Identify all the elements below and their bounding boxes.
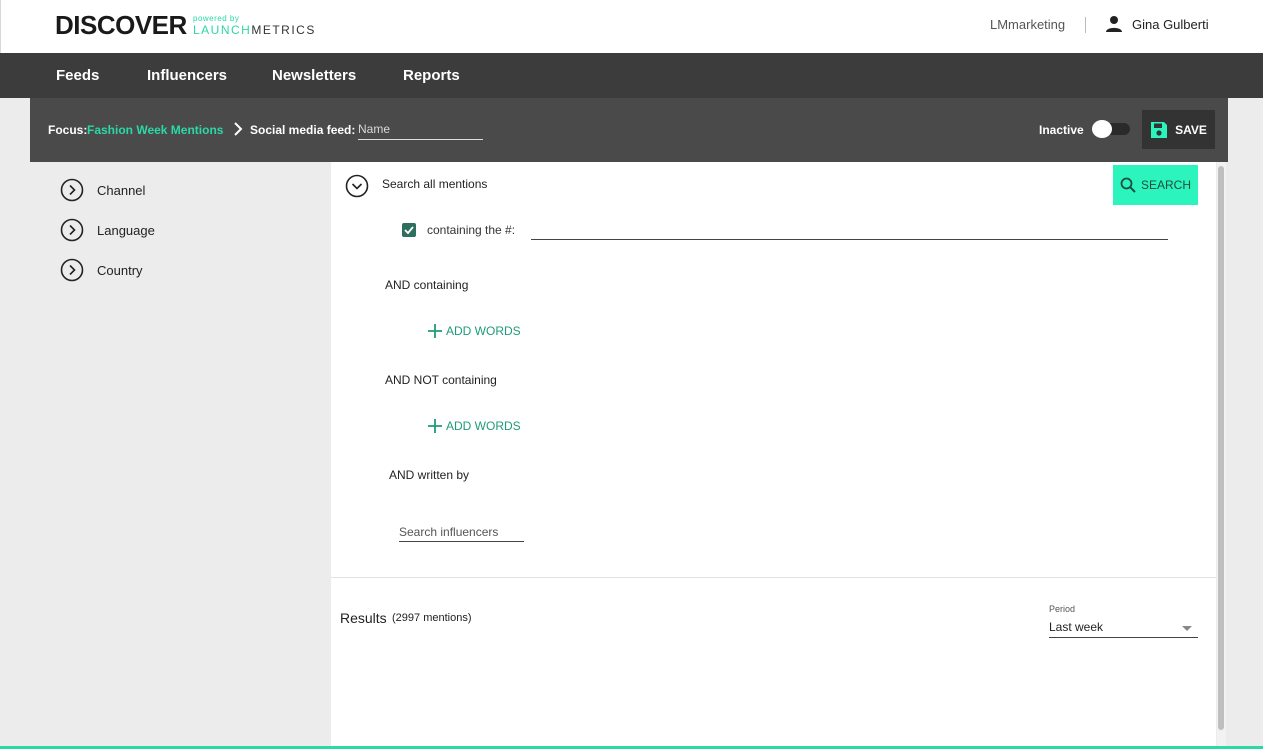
account-switcher[interactable]: LMmarketing — [990, 17, 1065, 32]
active-toggle[interactable] — [1092, 120, 1130, 138]
and-containing-label: AND containing — [385, 278, 469, 292]
plus-icon — [428, 419, 442, 433]
floppy-disk-icon — [1151, 121, 1168, 138]
period-value: Last week — [1049, 620, 1104, 634]
search-button-label: SEARCH — [1140, 178, 1191, 192]
add-words-button-include[interactable]: ADD WORDS — [428, 324, 521, 338]
top-header: DISCOVER powered by LAUNCHMETRICS LMmark… — [0, 0, 1263, 53]
status-label: Inactive — [1039, 123, 1084, 137]
nav-item-newsletters[interactable]: Newsletters — [272, 67, 356, 84]
search-button[interactable]: SEARCH — [1113, 165, 1198, 205]
main-nav: Feeds Influencers Newsletters Reports — [0, 53, 1263, 98]
chevron-right-circle-icon — [60, 258, 84, 282]
chevron-down-circle-icon[interactable] — [345, 174, 369, 198]
header-divider — [1085, 17, 1086, 33]
filter-country[interactable]: Country — [60, 258, 143, 282]
brand-sub-logo: powered by LAUNCHMETRICS — [193, 14, 316, 37]
chevron-right-icon — [234, 122, 243, 136]
save-button-label: SAVE — [1175, 122, 1207, 137]
caret-down-icon — [1182, 626, 1192, 631]
scrollbar[interactable] — [1217, 162, 1226, 749]
search-influencers-input[interactable] — [399, 522, 524, 542]
brand-logo[interactable]: DISCOVER — [55, 10, 187, 41]
hashtag-input[interactable] — [531, 220, 1168, 240]
filter-label-channel: Channel — [97, 182, 146, 198]
filter-language[interactable]: Language — [60, 218, 155, 242]
chevron-right-circle-icon — [60, 218, 84, 242]
period-label: Period — [1049, 604, 1076, 614]
chevron-right-circle-icon — [60, 178, 84, 202]
toggle-knob — [1092, 120, 1112, 138]
period-select[interactable]: Last week — [1049, 618, 1198, 638]
plus-icon — [428, 324, 442, 338]
filter-label-language: Language — [97, 222, 155, 238]
hashtag-label: containing the #: — [427, 223, 516, 237]
results-label: Results — [340, 610, 387, 626]
add-words-button-exclude[interactable]: ADD WORDS — [428, 419, 521, 433]
focus-bar: Focus: Fashion Week Mentions Social medi… — [30, 98, 1228, 162]
launchmetrics-wordmark: LAUNCHMETRICS — [193, 23, 316, 37]
checkmark-icon — [404, 226, 414, 235]
nav-item-feeds[interactable]: Feeds — [56, 67, 99, 84]
nav-item-reports[interactable]: Reports — [403, 67, 460, 84]
add-words-label: ADD WORDS — [446, 419, 521, 433]
add-words-label: ADD WORDS — [446, 324, 521, 338]
feed-name-input[interactable] — [358, 118, 483, 140]
search-icon — [1120, 177, 1136, 193]
filter-label-country: Country — [97, 262, 143, 278]
focus-label: Focus: — [48, 123, 88, 137]
section-title: Search all mentions — [382, 177, 488, 191]
filter-channel[interactable]: Channel — [60, 178, 145, 202]
focus-link[interactable]: Fashion Week Mentions — [87, 123, 223, 137]
powered-by-text: powered by — [193, 14, 240, 23]
and-not-containing-label: AND NOT containing — [385, 373, 497, 387]
written-by-label: AND written by — [389, 468, 470, 482]
panel-divider — [331, 577, 1216, 578]
hashtag-checkbox[interactable] — [402, 223, 416, 237]
person-icon[interactable] — [1105, 15, 1123, 33]
save-button[interactable]: SAVE — [1142, 110, 1215, 149]
feed-name-label: Social media feed: — [250, 123, 356, 137]
results-count: (2997 mentions) — [392, 612, 472, 624]
search-panel: Search all mentions SEARCH containing th… — [331, 162, 1216, 749]
scrollbar-thumb[interactable] — [1218, 166, 1224, 730]
nav-item-influencers[interactable]: Influencers — [147, 67, 227, 84]
user-name[interactable]: Gina Gulberti — [1132, 17, 1209, 32]
